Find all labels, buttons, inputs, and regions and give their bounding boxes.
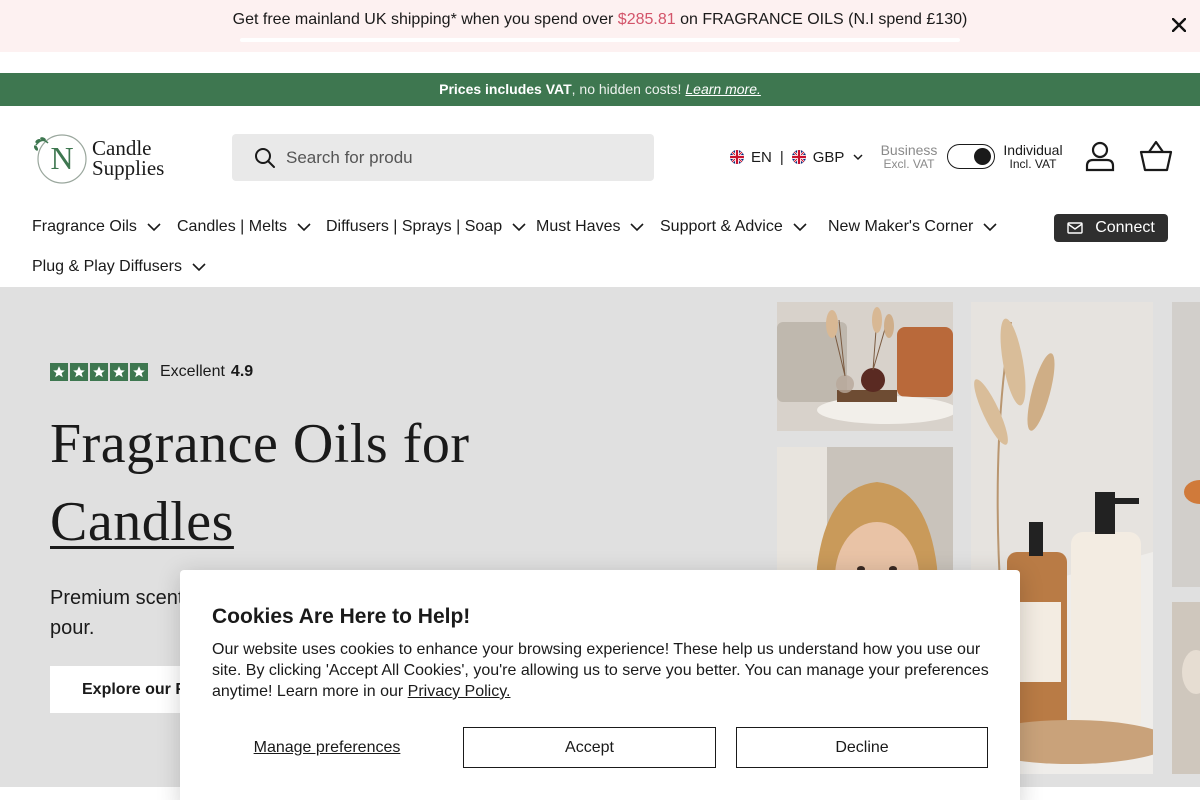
individual-sub-label: Incl. VAT — [1009, 157, 1057, 171]
locale-separator: | — [779, 148, 784, 166]
cookie-consent-dialog: Cookies Are Here to Help! Our website us… — [180, 570, 1020, 800]
cookie-body-text: Our website uses cookies to enhance your… — [212, 641, 989, 700]
chevron-down-icon — [192, 262, 206, 271]
star-icon — [90, 363, 108, 381]
search-bar[interactable] — [232, 134, 654, 181]
language-label: EN — [751, 148, 772, 166]
nav-item-diffusers-sprays-soap[interactable]: Diffusers | Sprays | Soap — [326, 218, 526, 236]
hero-title-line1: Fragrance Oils for — [50, 413, 470, 475]
learn-more-link[interactable]: Learn more. — [685, 81, 760, 97]
logo-text: Candle Supplies — [92, 136, 165, 180]
nav-label: Must Haves — [536, 218, 621, 235]
side-photo-top — [1172, 302, 1200, 587]
chevron-down-icon — [853, 153, 863, 160]
privacy-policy-link[interactable]: Privacy Policy. — [408, 683, 511, 700]
nav-item-support-advice[interactable]: Support & Advice — [660, 218, 807, 236]
trust-rating[interactable]: Excellent 4.9 — [50, 363, 253, 381]
business-pricing-label[interactable]: Business Excl. VAT — [880, 142, 938, 170]
currency-label: GBP — [812, 148, 845, 166]
star-icon — [130, 363, 148, 381]
vat-pricing-toggle[interactable] — [947, 144, 995, 169]
nav-item-must-haves[interactable]: Must Haves — [536, 218, 645, 236]
chevron-down-icon — [297, 222, 311, 231]
close-promo-button[interactable] — [1168, 14, 1190, 36]
nav-label: New Maker's Corner — [828, 218, 974, 235]
nav-item-new-makers-corner[interactable]: New Maker's Corner — [828, 218, 997, 236]
star-icon — [50, 363, 68, 381]
rating-label: Excellent — [160, 363, 225, 380]
connect-label: Connect — [1095, 219, 1155, 236]
toggle-knob — [974, 148, 991, 165]
promo-bar: Get free mainland UK shipping* when you … — [0, 0, 1200, 52]
individual-label: Individual — [1003, 142, 1063, 158]
promo-amount: $285.81 — [617, 11, 676, 28]
nav-label: Diffusers | Sprays | Soap — [326, 218, 503, 235]
rating-score: 4.9 — [230, 363, 254, 380]
logo-letter: N — [50, 140, 73, 176]
nav-item-fragrance-oils[interactable]: Fragrance Oils — [32, 218, 161, 236]
search-icon[interactable] — [254, 147, 276, 169]
nav-label: Plug & Play Diffusers — [32, 258, 182, 275]
cookie-body: Our website uses cookies to enhance your… — [212, 639, 992, 702]
promo-message: Get free mainland UK shipping* when you … — [0, 11, 1200, 29]
chevron-down-icon — [630, 222, 645, 231]
chevron-down-icon — [512, 222, 526, 231]
nav-label: Candles | Melts — [177, 218, 287, 235]
site-logo[interactable]: N Candle Supplies — [32, 130, 172, 186]
diffuser-photo — [777, 302, 953, 431]
close-icon — [1172, 18, 1186, 32]
nav-item-plug-play-diffusers[interactable]: Plug & Play Diffusers — [32, 258, 206, 276]
vat-light-text: , no hidden costs! — [571, 81, 682, 97]
locale-selector[interactable]: EN | GBP — [730, 148, 863, 166]
vat-strong-text: Prices includes VAT — [439, 81, 572, 97]
logo-line1: Candle — [92, 136, 152, 160]
nav-label: Support & Advice — [660, 218, 783, 235]
star-icon — [70, 363, 88, 381]
promo-text-after: on FRAGRANCE OILS (N.I spend £130) — [675, 11, 968, 28]
connect-button[interactable]: Connect — [1054, 214, 1168, 242]
logo-line2: Supplies — [92, 156, 165, 180]
manage-preferences-button[interactable]: Manage preferences — [212, 727, 442, 768]
basket-icon[interactable] — [1139, 140, 1173, 172]
chevron-down-icon — [147, 222, 161, 231]
promo-text-before: Get free mainland UK shipping* when you … — [232, 11, 618, 28]
individual-pricing-label[interactable]: Individual Incl. VAT — [1002, 142, 1064, 170]
nav-label: Fragrance Oils — [32, 218, 137, 235]
mail-icon — [1067, 222, 1083, 234]
logo-emblem: N — [32, 131, 90, 185]
cookie-title: Cookies Are Here to Help! — [212, 605, 471, 628]
chevron-down-icon — [983, 222, 997, 231]
chevron-down-icon — [793, 222, 807, 231]
vat-info-bar: Prices includes VAT, no hidden costs! Lea… — [0, 73, 1200, 106]
side-photo-bottom — [1172, 602, 1200, 774]
accept-button[interactable]: Accept — [463, 727, 716, 768]
page: Get free mainland UK shipping* when you … — [0, 0, 1200, 800]
hero-title: Fragrance Oils for Candles — [50, 405, 470, 561]
shipping-progress-bar — [240, 38, 960, 42]
hero-title-candles-link[interactable]: Candles — [50, 491, 234, 553]
business-sub-label: Excl. VAT — [883, 157, 935, 171]
uk-flag-icon — [730, 150, 744, 164]
uk-flag-icon — [791, 150, 806, 164]
nav-item-candles-melts[interactable]: Candles | Melts — [177, 218, 311, 236]
search-input[interactable] — [286, 147, 626, 168]
rating-stars — [50, 363, 150, 381]
star-icon — [110, 363, 128, 381]
decline-button[interactable]: Decline — [736, 727, 988, 768]
business-label: Business — [880, 142, 938, 158]
account-icon[interactable] — [1084, 140, 1116, 172]
